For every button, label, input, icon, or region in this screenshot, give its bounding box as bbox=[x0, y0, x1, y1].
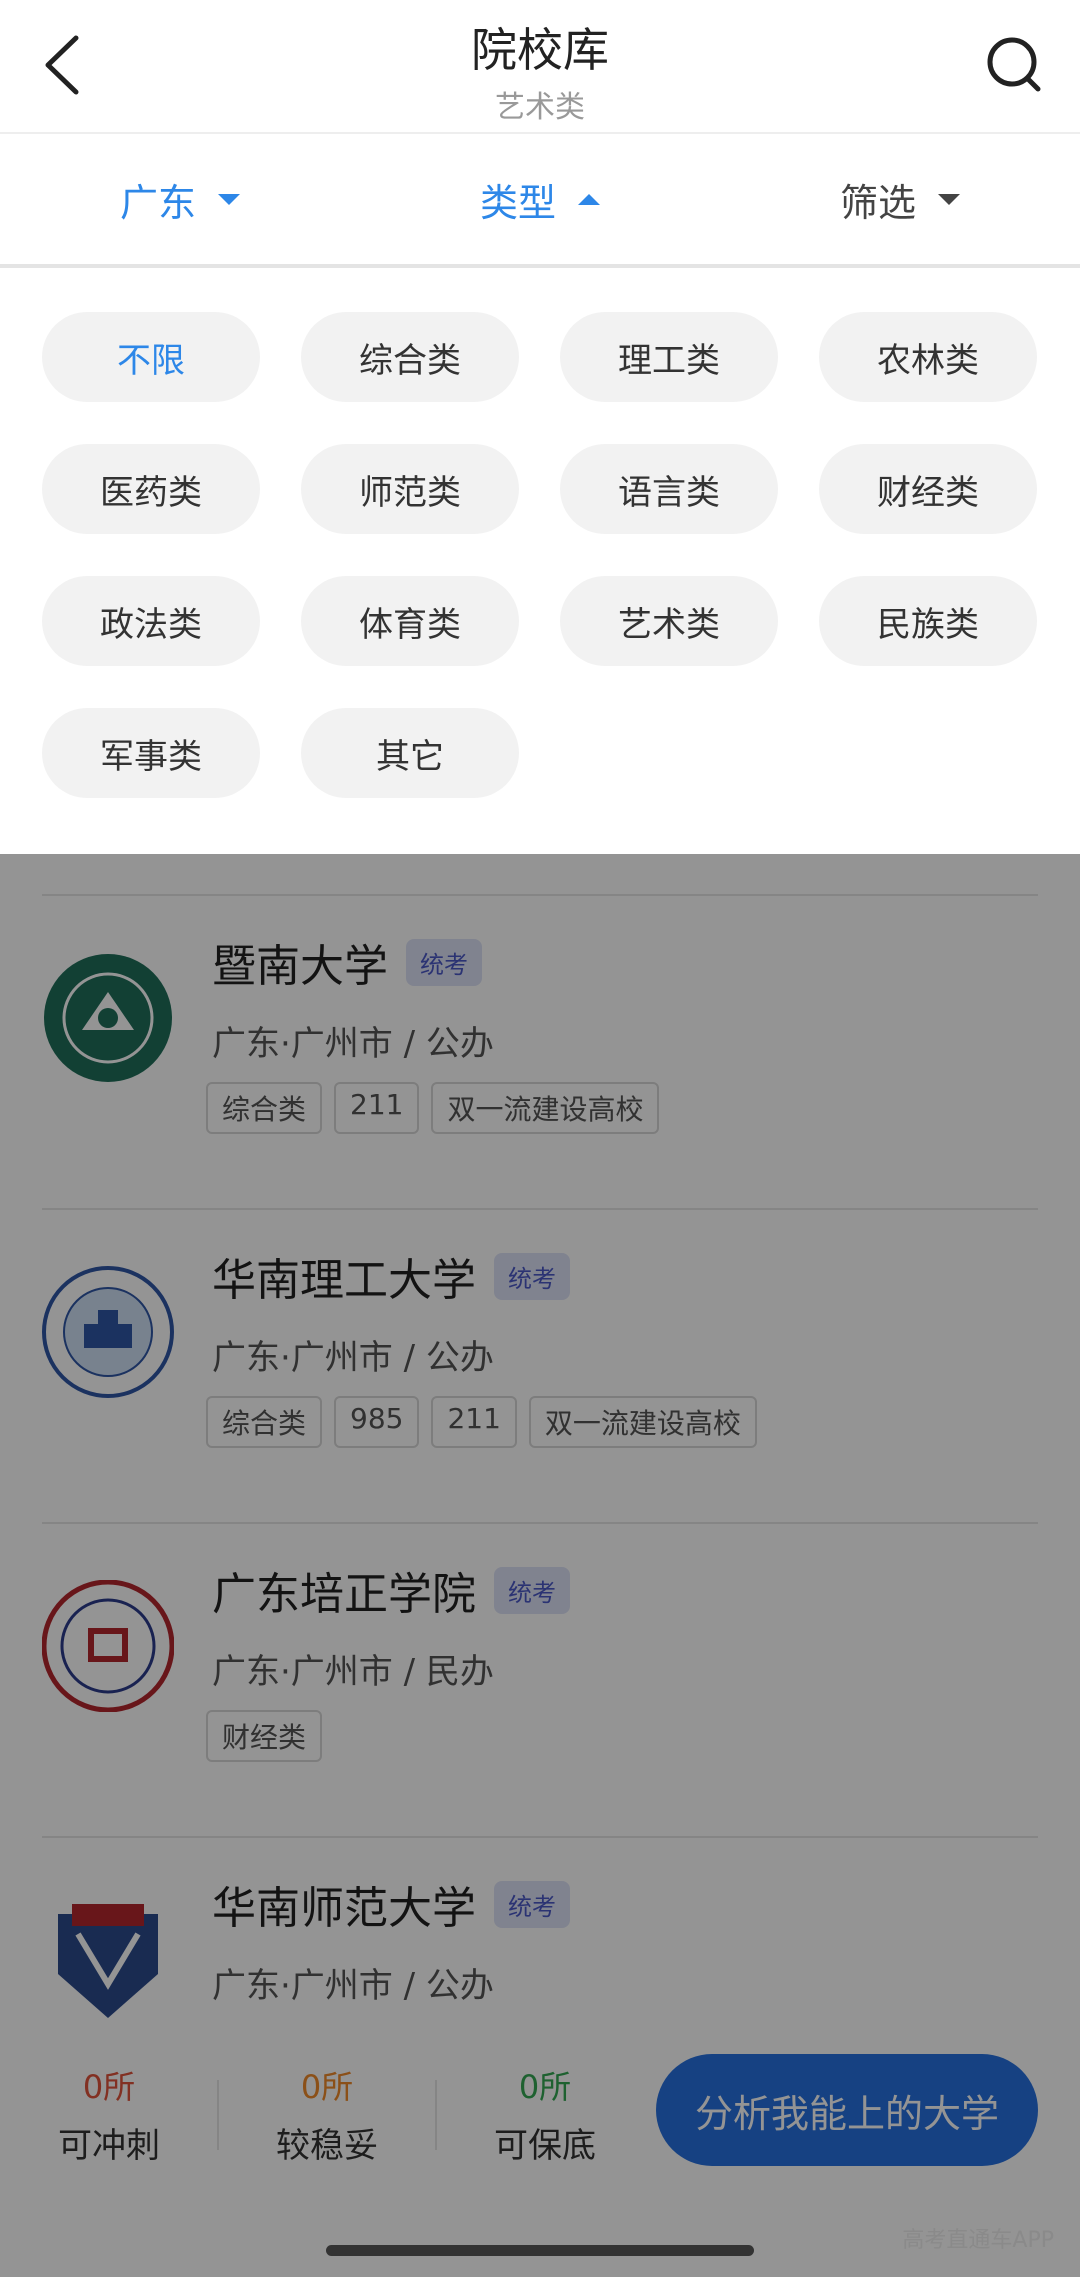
type-option[interactable]: 军事类 bbox=[42, 708, 260, 798]
caret-up-icon bbox=[578, 193, 600, 205]
type-option[interactable]: 综合类 bbox=[301, 312, 519, 402]
filter-region-label: 广东 bbox=[119, 180, 196, 225]
page-subtitle: 艺术类 bbox=[495, 90, 585, 125]
top-header: 院校库 艺术类 bbox=[0, 0, 1080, 134]
filter-type-label: 类型 bbox=[479, 180, 556, 225]
type-option[interactable]: 体育类 bbox=[301, 576, 519, 666]
home-indicator[interactable] bbox=[326, 2245, 754, 2256]
watermark: 高考直通车APP bbox=[902, 2228, 1054, 2253]
type-option-all[interactable]: 不限 bbox=[42, 312, 260, 402]
type-option[interactable]: 其它 bbox=[301, 708, 519, 798]
type-option[interactable]: 艺术类 bbox=[560, 576, 778, 666]
dim-overlay[interactable] bbox=[0, 854, 1080, 2277]
filter-region[interactable]: 广东 bbox=[0, 134, 360, 264]
type-option[interactable]: 师范类 bbox=[301, 444, 519, 534]
type-option[interactable]: 医药类 bbox=[42, 444, 260, 534]
caret-down-icon bbox=[218, 193, 240, 205]
filter-more[interactable]: 筛选 bbox=[720, 134, 1080, 264]
type-option[interactable]: 民族类 bbox=[819, 576, 1037, 666]
type-option[interactable]: 语言类 bbox=[560, 444, 778, 534]
type-option[interactable]: 理工类 bbox=[560, 312, 778, 402]
type-option[interactable]: 农林类 bbox=[819, 312, 1037, 402]
filter-bar: 广东 类型 筛选 bbox=[0, 134, 1080, 268]
type-option[interactable]: 政法类 bbox=[42, 576, 260, 666]
type-dropdown-panel: 不限 综合类 理工类 农林类 医药类 师范类 语言类 财经类 政法类 体育类 艺… bbox=[0, 268, 1080, 854]
filter-more-label: 筛选 bbox=[839, 180, 916, 225]
type-option[interactable]: 财经类 bbox=[819, 444, 1037, 534]
filter-type[interactable]: 类型 bbox=[360, 134, 720, 264]
page-title: 院校库 bbox=[471, 23, 609, 77]
caret-down-icon bbox=[938, 193, 960, 205]
type-options: 不限 综合类 理工类 农林类 医药类 师范类 语言类 财经类 政法类 体育类 艺… bbox=[42, 312, 1052, 798]
search-icon[interactable] bbox=[984, 32, 1044, 98]
